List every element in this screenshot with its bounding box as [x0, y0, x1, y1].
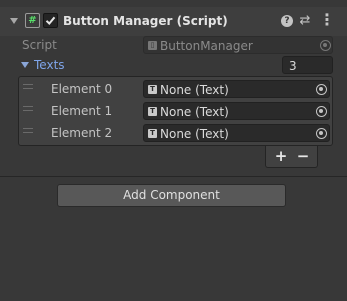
texts-count-field[interactable]: 3	[282, 56, 333, 74]
element-0-value: None (Text)	[160, 83, 229, 97]
element-1-value: None (Text)	[160, 105, 229, 119]
presets-icon[interactable]: ⇄	[299, 14, 311, 27]
element-2-value: None (Text)	[160, 127, 229, 141]
element-2-label: Element 2	[51, 126, 113, 140]
component-separator	[0, 176, 347, 177]
object-picker-icon	[320, 40, 331, 51]
object-picker-icon[interactable]	[316, 128, 327, 139]
help-icon[interactable]: ?	[281, 15, 293, 27]
text-component-icon: T	[148, 85, 157, 94]
kebab-menu-icon[interactable]: ⋮	[319, 12, 335, 28]
drag-handle-icon[interactable]	[23, 84, 33, 89]
drag-handle-icon[interactable]	[23, 128, 33, 133]
object-picker-icon[interactable]	[316, 84, 327, 95]
add-component-button[interactable]: Add Component	[57, 184, 286, 207]
text-component-icon: T	[148, 107, 157, 116]
element-1-label: Element 1	[51, 104, 113, 118]
texts-foldout-arrow-icon[interactable]	[21, 62, 29, 68]
object-picker-icon[interactable]	[316, 106, 327, 117]
texts-list-box: Element 0 T None (Text) Element 1 T None…	[18, 76, 333, 146]
remove-element-button[interactable]: −	[294, 146, 312, 166]
add-element-button[interactable]: +	[272, 146, 290, 166]
script-field: ▯ ButtonManager	[143, 36, 333, 54]
element-0-label: Element 0	[51, 82, 113, 96]
script-asset-icon: ▯	[148, 41, 157, 50]
list-footer: + −	[265, 146, 318, 168]
text-component-icon: T	[148, 129, 157, 138]
checkmark-icon	[45, 16, 56, 25]
component-title: Button Manager (Script)	[63, 14, 228, 28]
script-field-value: ButtonManager	[160, 39, 253, 53]
foldout-arrow-icon[interactable]	[10, 18, 18, 24]
element-2-field[interactable]: T None (Text)	[143, 124, 330, 142]
texts-label[interactable]: Texts	[34, 59, 65, 71]
drag-handle-icon[interactable]	[23, 106, 33, 111]
element-0-field[interactable]: T None (Text)	[143, 80, 330, 98]
script-label: Script	[22, 38, 57, 52]
element-1-field[interactable]: T None (Text)	[143, 102, 330, 120]
script-icon: #	[25, 13, 40, 28]
component-enabled-checkbox[interactable]	[43, 13, 58, 28]
